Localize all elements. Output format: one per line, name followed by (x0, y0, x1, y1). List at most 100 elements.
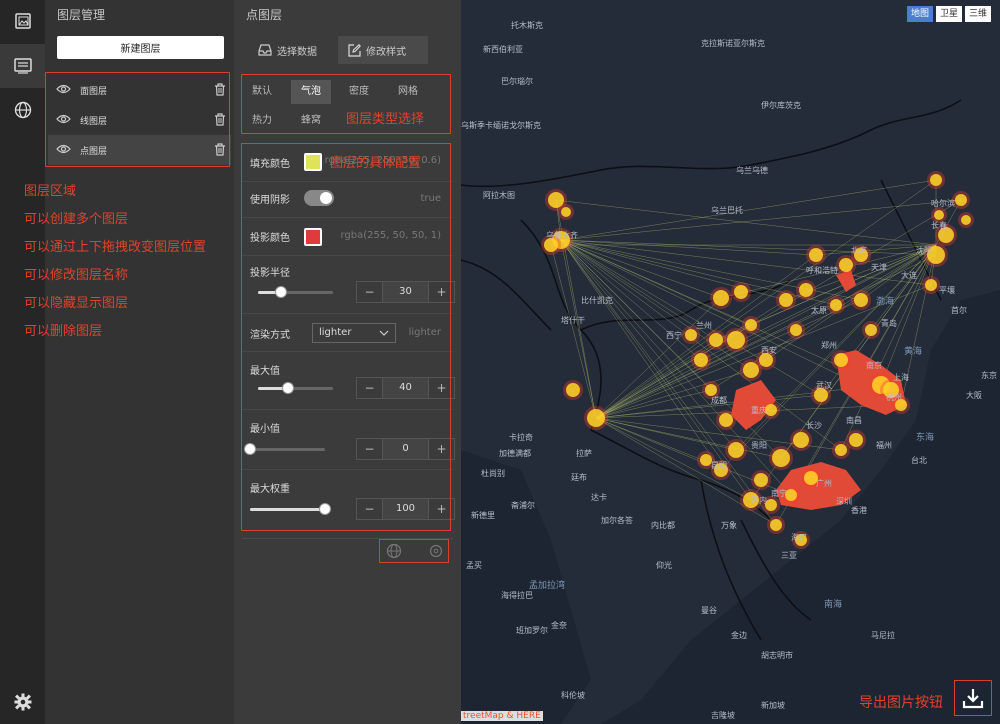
place-label: 克拉斯诺亚尔斯克 (701, 39, 765, 48)
place-label: 西安 (761, 346, 777, 355)
bubble-point (745, 319, 757, 331)
bubble-point (834, 353, 848, 367)
layers-nav-button[interactable] (0, 0, 45, 44)
place-label: 上海 (893, 373, 909, 382)
bubble-point (835, 444, 847, 456)
place-label: 南京 (866, 361, 882, 370)
bubble-point (793, 432, 809, 448)
settings-button[interactable] (0, 680, 45, 724)
place-label: 重庆 (751, 406, 767, 415)
globe-icon (14, 101, 31, 119)
place-label: 新西伯利亚 (483, 45, 523, 54)
style-panel-title: 点图层 (246, 8, 283, 22)
map-nav-button[interactable] (0, 88, 45, 132)
place-label: 广州 (816, 479, 832, 488)
place-label: 深圳 (836, 497, 852, 506)
bubble-point (727, 331, 745, 349)
bubble-point (839, 258, 853, 272)
annotation-layer-area: 可以通过上下拖拽改变图层位置 (24, 240, 207, 255)
place-label: 新德里 (471, 511, 495, 520)
bubble-point (566, 383, 580, 397)
place-label: 大连 (901, 271, 917, 280)
bubble-point (754, 473, 768, 487)
data-list-nav-button[interactable] (0, 44, 45, 88)
bubble-point (694, 353, 708, 367)
annotation-layer-config: 图层的具体配置 (330, 156, 422, 171)
map-mode-satellite[interactable]: 卫星 (936, 6, 963, 22)
place-label: 金奈 (551, 621, 567, 630)
sea-label: 黄海 (904, 347, 923, 357)
place-label: 吉隆坡 (711, 711, 735, 720)
bubble-point (734, 285, 748, 299)
place-label: 沈阳 (916, 246, 932, 255)
new-layer-button[interactable]: 新建图层 (57, 36, 224, 59)
bubble-point (743, 362, 759, 378)
place-label: 孟买 (466, 561, 482, 570)
layer-area-highlight (45, 72, 230, 167)
tab-select-data[interactable]: 选择数据 (248, 36, 327, 64)
map-attribution[interactable]: treetMap & HERE (461, 711, 543, 721)
map-mode-standard[interactable]: 地图 (907, 6, 934, 22)
annotation-layer-area: 图层区域 (24, 184, 77, 199)
sea-label: 渤海 (876, 297, 895, 307)
tab-label: 修改样式 (366, 46, 406, 58)
place-label: 仰光 (656, 561, 672, 570)
sea-label: 南海 (824, 600, 843, 610)
list-icon (13, 58, 32, 74)
bubble-point (709, 333, 723, 347)
place-label: 马尼拉 (871, 631, 895, 640)
place-label: 三亚 (781, 551, 797, 560)
place-label: 内比都 (651, 521, 675, 530)
place-label: 长沙 (806, 421, 822, 430)
image-layers-icon (14, 13, 31, 29)
place-label: 卡拉奇 (509, 433, 533, 442)
place-label: 平壤 (939, 286, 955, 295)
bubble-point (865, 324, 877, 336)
map-view[interactable]: 地图 卫星 三维 托木斯克 克拉斯诺亚尔斯克 新西伯利亚 巴尔瑙尔 伊尔库茨克 … (461, 0, 1000, 724)
icon-rail (0, 0, 45, 724)
place-label: 金边 (731, 631, 747, 640)
place-label: 万象 (721, 521, 737, 530)
place-label: 海得拉巴 (501, 591, 533, 600)
bubble-point (772, 449, 790, 467)
place-label: 昆明 (711, 461, 727, 470)
place-label: 北京 (851, 246, 867, 255)
place-label: 南宁 (771, 489, 787, 498)
bubble-point (849, 433, 863, 447)
place-label: 加尔各答 (601, 516, 633, 525)
gear-icon (14, 693, 31, 711)
bubble-point (790, 324, 802, 336)
place-label: 新加坡 (761, 701, 785, 710)
tab-edit-style[interactable]: 修改样式 (338, 36, 428, 64)
bubble-point (961, 215, 971, 225)
annotation-layer-area: 可以删除图层 (24, 324, 103, 339)
bottom-actions-highlight (379, 539, 449, 563)
sea-label: 孟加拉湾 (529, 581, 566, 591)
place-label: 加德满都 (499, 449, 531, 458)
annotation-layer-area: 可以修改图层名称 (24, 268, 129, 283)
place-label: 阿拉木图 (483, 191, 515, 200)
place-label: 乌兰巴托 (711, 206, 743, 215)
place-label: 胡志明市 (761, 651, 793, 660)
place-label: 大阪 (966, 391, 982, 400)
place-label: 海口 (791, 533, 807, 542)
place-label: 河内 (751, 496, 767, 505)
place-label: 班加罗尔 (516, 626, 548, 635)
bubble-point (770, 519, 782, 531)
map-canvas (461, 0, 1000, 724)
annotation-layer-area: 可以隐藏显示图层 (24, 296, 129, 311)
bubble-point (799, 283, 813, 297)
place-label: 哈尔滨 (931, 199, 955, 208)
place-label: 西宁 (666, 331, 682, 340)
bubble-point (779, 293, 793, 307)
place-label: 首尔 (951, 306, 967, 315)
inbox-icon (258, 44, 272, 56)
place-label: 台北 (911, 456, 927, 465)
bubble-point (925, 279, 937, 291)
sea-label: 东海 (916, 433, 935, 443)
map-mode-3d[interactable]: 三维 (965, 6, 992, 22)
place-label: 杭州 (886, 393, 902, 402)
place-label: 太原 (811, 306, 827, 315)
place-label: 乌鲁木齐 (546, 231, 578, 240)
place-label: 达卡 (591, 493, 607, 502)
